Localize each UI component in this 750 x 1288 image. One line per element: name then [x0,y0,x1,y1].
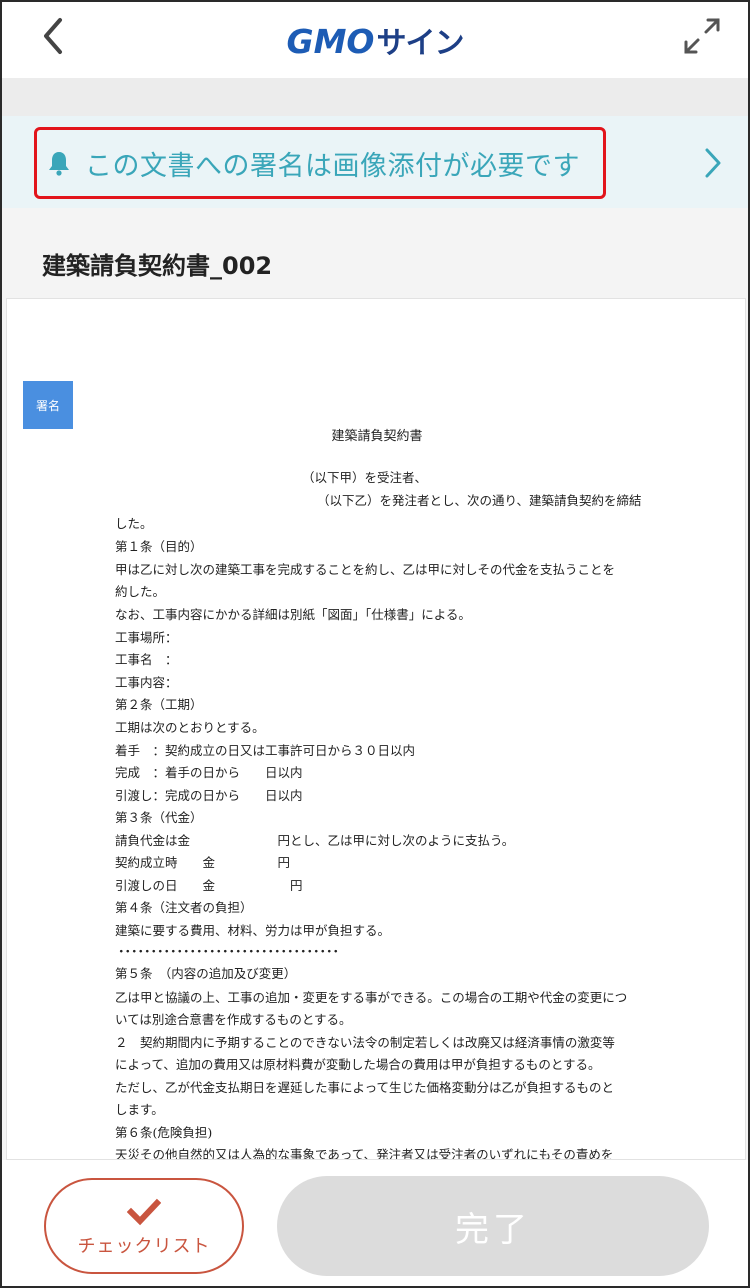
document-line: 天災その他自然的又は人為的な事象であって、発注者又は受注者のいずれにもその責めを [115,1147,614,1160]
signature-field[interactable]: 署名 [23,381,73,429]
document-line: 着手 ：契約成立の日又は工事許可日から３０日以内 [115,743,416,758]
document-line: ２ 契約期間内に予期することのできない法令の制定若しくは改廃又は経済事情の激変等 [115,1035,615,1050]
document-line: 完成 ：着手の日から 日以内 [115,765,303,780]
document-line: （以下甲）を受注者、 [302,470,428,485]
document-line: 第１条（目的） [115,539,203,554]
document-line: します。 [115,1102,164,1117]
document-line: 契約成立時 金 円 [115,855,291,870]
document-line: 引渡しの日 金 円 [115,878,303,893]
bell-icon [49,152,69,176]
document-line: した。 [115,516,153,531]
logo-gmo-text: GMO [286,22,375,61]
logo-sign-text: サイン [376,26,464,61]
complete-label: 完了 [455,1209,531,1250]
document-line: 工事名 ： [115,652,178,667]
document-line: 約した。 [115,584,166,599]
document-line: 第６条(危険負担) [115,1125,213,1140]
document-line: 工事場所： [115,630,178,645]
checklist-button[interactable]: チェックリスト [44,1178,244,1274]
document-line: いては別途合意書を作成するものとする。 [115,1012,352,1027]
checklist-label: チェックリスト [77,1236,211,1257]
document-line: 請負代金は金 円とし、乙は甲に対し次のように支払う。 [115,833,515,848]
back-chevron-icon[interactable] [32,14,76,58]
notice-highlight-box: この文書への署名は画像添付が必要です [34,127,606,199]
document-preview[interactable]: 署名 建築請負契約書 （以下甲）を受注者、 （以下乙）を発注者とし、次の通り、建… [6,298,746,1160]
document-line: 第５条 （内容の追加及び変更） [115,966,297,981]
app-header: GMO サイン [2,2,748,78]
action-footer: チェックリスト 完了 [2,1160,748,1286]
document-line: 工期は次のとおりとする。 [115,720,265,735]
document-line: 第３条（代金） [115,810,203,825]
checkmark-icon [127,1198,161,1226]
document-heading: 建築請負契約書 [331,429,423,444]
document-line: ・・・・・・・・・・・・・・・・・・・・・・・・・・・・・・・・・・ [115,944,342,959]
document-line: 乙は甲と協議の上、工事の追加・変更をする事ができる。この場合の工期や代金の変更に… [115,990,628,1005]
image-attachment-notice[interactable]: この文書への署名は画像添付が必要です [2,116,748,208]
document-line: なお、工事内容にかかる詳細は別紙「図面」「仕様書」による。 [115,607,471,622]
chevron-right-icon[interactable] [702,146,724,180]
document-line: によって、追加の費用又は原材料費が変動した場合の費用は甲が負担するものとする。 [115,1057,601,1072]
document-title: 建築請負契約書_002 [42,252,273,280]
header-spacer [2,78,748,116]
notice-text: この文書への署名は画像添付が必要です [85,150,580,182]
document-title-area: 建築請負契約書_002 [2,208,748,298]
document-line: 第２条（工期） [115,697,203,712]
expand-icon[interactable] [680,14,724,58]
document-line: 第４条（注文者の負担） [115,900,253,915]
complete-button[interactable]: 完了 [277,1176,709,1276]
document-line: ただし、乙が代金支払期日を遅延した事によって生じた価格変動分は乙が負担するものと [115,1080,615,1095]
document-line: 引渡し：完成の日から 日以内 [115,788,303,803]
document-line: 建築に要する費用、材料、労力は甲が負担する。 [115,923,391,938]
document-line: 工事内容： [115,675,178,690]
document-line: （以下乙）を発注者とし、次の通り、建築請負契約を締結 [317,493,642,508]
gmo-sign-logo: GMO サイン [286,18,465,62]
document-line: 甲は乙に対し次の建築工事を完成することを約し、乙は甲に対しその代金を支払うことを [115,562,616,577]
